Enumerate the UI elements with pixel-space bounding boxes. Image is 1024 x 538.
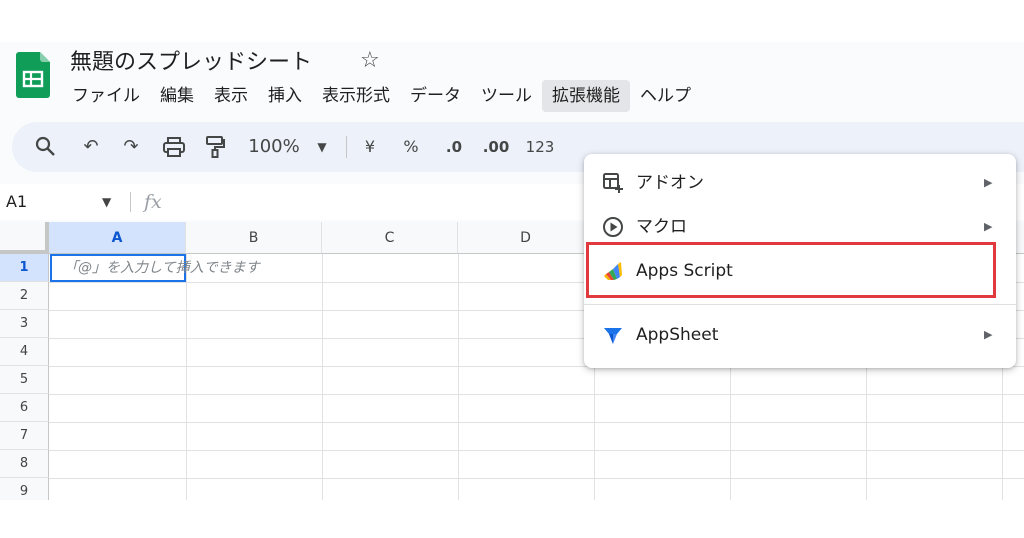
column-header-d[interactable]: D xyxy=(458,222,594,254)
grid-line xyxy=(49,394,1024,395)
menu-file[interactable]: ファイル xyxy=(62,80,150,112)
cell-insert-hint: 「@」を入力して挿入できます xyxy=(64,260,260,276)
redo-icon[interactable]: ↷ xyxy=(120,122,142,172)
name-box-dropdown-icon[interactable]: ▼ xyxy=(102,184,111,220)
sheets-app: 無題のスプレッドシート ☆ ファイル 編集 表示 挿入 表示形式 データ ツール… xyxy=(0,42,1024,500)
row-header-6[interactable]: 6 xyxy=(0,394,49,422)
currency-button[interactable]: ¥ xyxy=(360,122,380,172)
menu-tools[interactable]: ツール xyxy=(471,80,542,112)
menu-extensions[interactable]: 拡張機能 xyxy=(542,80,630,112)
row-header-9[interactable]: 9 xyxy=(0,478,49,500)
zoom-dropdown-icon[interactable]: ▼ xyxy=(314,122,330,172)
undo-icon[interactable]: ↶ xyxy=(80,122,102,172)
row-header-4[interactable]: 4 xyxy=(0,338,49,366)
print-icon[interactable] xyxy=(162,136,186,158)
star-icon[interactable]: ☆ xyxy=(360,48,380,73)
grid-line xyxy=(49,450,1024,451)
column-header-b[interactable]: B xyxy=(186,222,322,254)
row-header-5[interactable]: 5 xyxy=(0,366,49,394)
sheets-logo-icon[interactable] xyxy=(16,52,50,98)
menubar: ファイル 編集 表示 挿入 表示形式 データ ツール 拡張機能 ヘルプ xyxy=(62,80,701,112)
menu-view[interactable]: 表示 xyxy=(204,80,258,112)
addons-icon xyxy=(603,173,623,193)
menu-help[interactable]: ヘルプ xyxy=(630,80,701,112)
menu-item-addons[interactable]: アドオン ▶ xyxy=(584,162,1016,204)
grid-line xyxy=(322,254,323,500)
menu-item-label: アドオン xyxy=(636,173,704,193)
search-icon[interactable] xyxy=(34,135,56,157)
submenu-arrow-icon: ▶ xyxy=(984,328,993,341)
appsheet-icon xyxy=(604,328,622,344)
menu-data[interactable]: データ xyxy=(400,80,471,112)
grid-line xyxy=(49,422,1024,423)
row-header-3[interactable]: 3 xyxy=(0,310,49,338)
column-header-a[interactable]: A xyxy=(49,222,186,254)
submenu-arrow-icon: ▶ xyxy=(984,176,993,189)
menu-item-appsheet[interactable]: AppSheet ▶ xyxy=(584,314,1016,356)
macro-play-icon xyxy=(603,217,623,237)
grid-line xyxy=(186,254,187,500)
menu-divider xyxy=(584,304,1016,305)
grid-line xyxy=(49,478,1024,479)
percent-button[interactable]: % xyxy=(400,122,422,172)
formula-divider xyxy=(130,192,131,212)
menu-item-label: AppSheet xyxy=(636,325,719,345)
toolbar-divider xyxy=(346,136,347,158)
zoom-select[interactable]: 100% xyxy=(244,122,304,172)
menu-edit[interactable]: 編集 xyxy=(150,80,204,112)
row-header-2[interactable]: 2 xyxy=(0,282,49,310)
document-title[interactable]: 無題のスプレッドシート xyxy=(70,44,312,76)
decrease-decimal-button[interactable]: .0 xyxy=(440,122,468,172)
increase-decimal-button[interactable]: .00 xyxy=(480,122,512,172)
number-format-button[interactable]: 123 xyxy=(522,122,558,172)
paint-format-icon[interactable] xyxy=(204,135,226,159)
menu-insert[interactable]: 挿入 xyxy=(258,80,312,112)
column-header-c[interactable]: C xyxy=(322,222,458,254)
row-header-7[interactable]: 7 xyxy=(0,422,49,450)
name-box[interactable]: A1 xyxy=(6,184,27,220)
apps-script-highlight-box xyxy=(586,242,996,298)
row-header-1[interactable]: 1 xyxy=(0,254,49,282)
grid-line xyxy=(458,254,459,500)
fx-icon: fx xyxy=(144,191,162,213)
select-all-corner[interactable] xyxy=(0,222,49,254)
menu-format[interactable]: 表示形式 xyxy=(312,80,400,112)
row-header-8[interactable]: 8 xyxy=(0,450,49,478)
